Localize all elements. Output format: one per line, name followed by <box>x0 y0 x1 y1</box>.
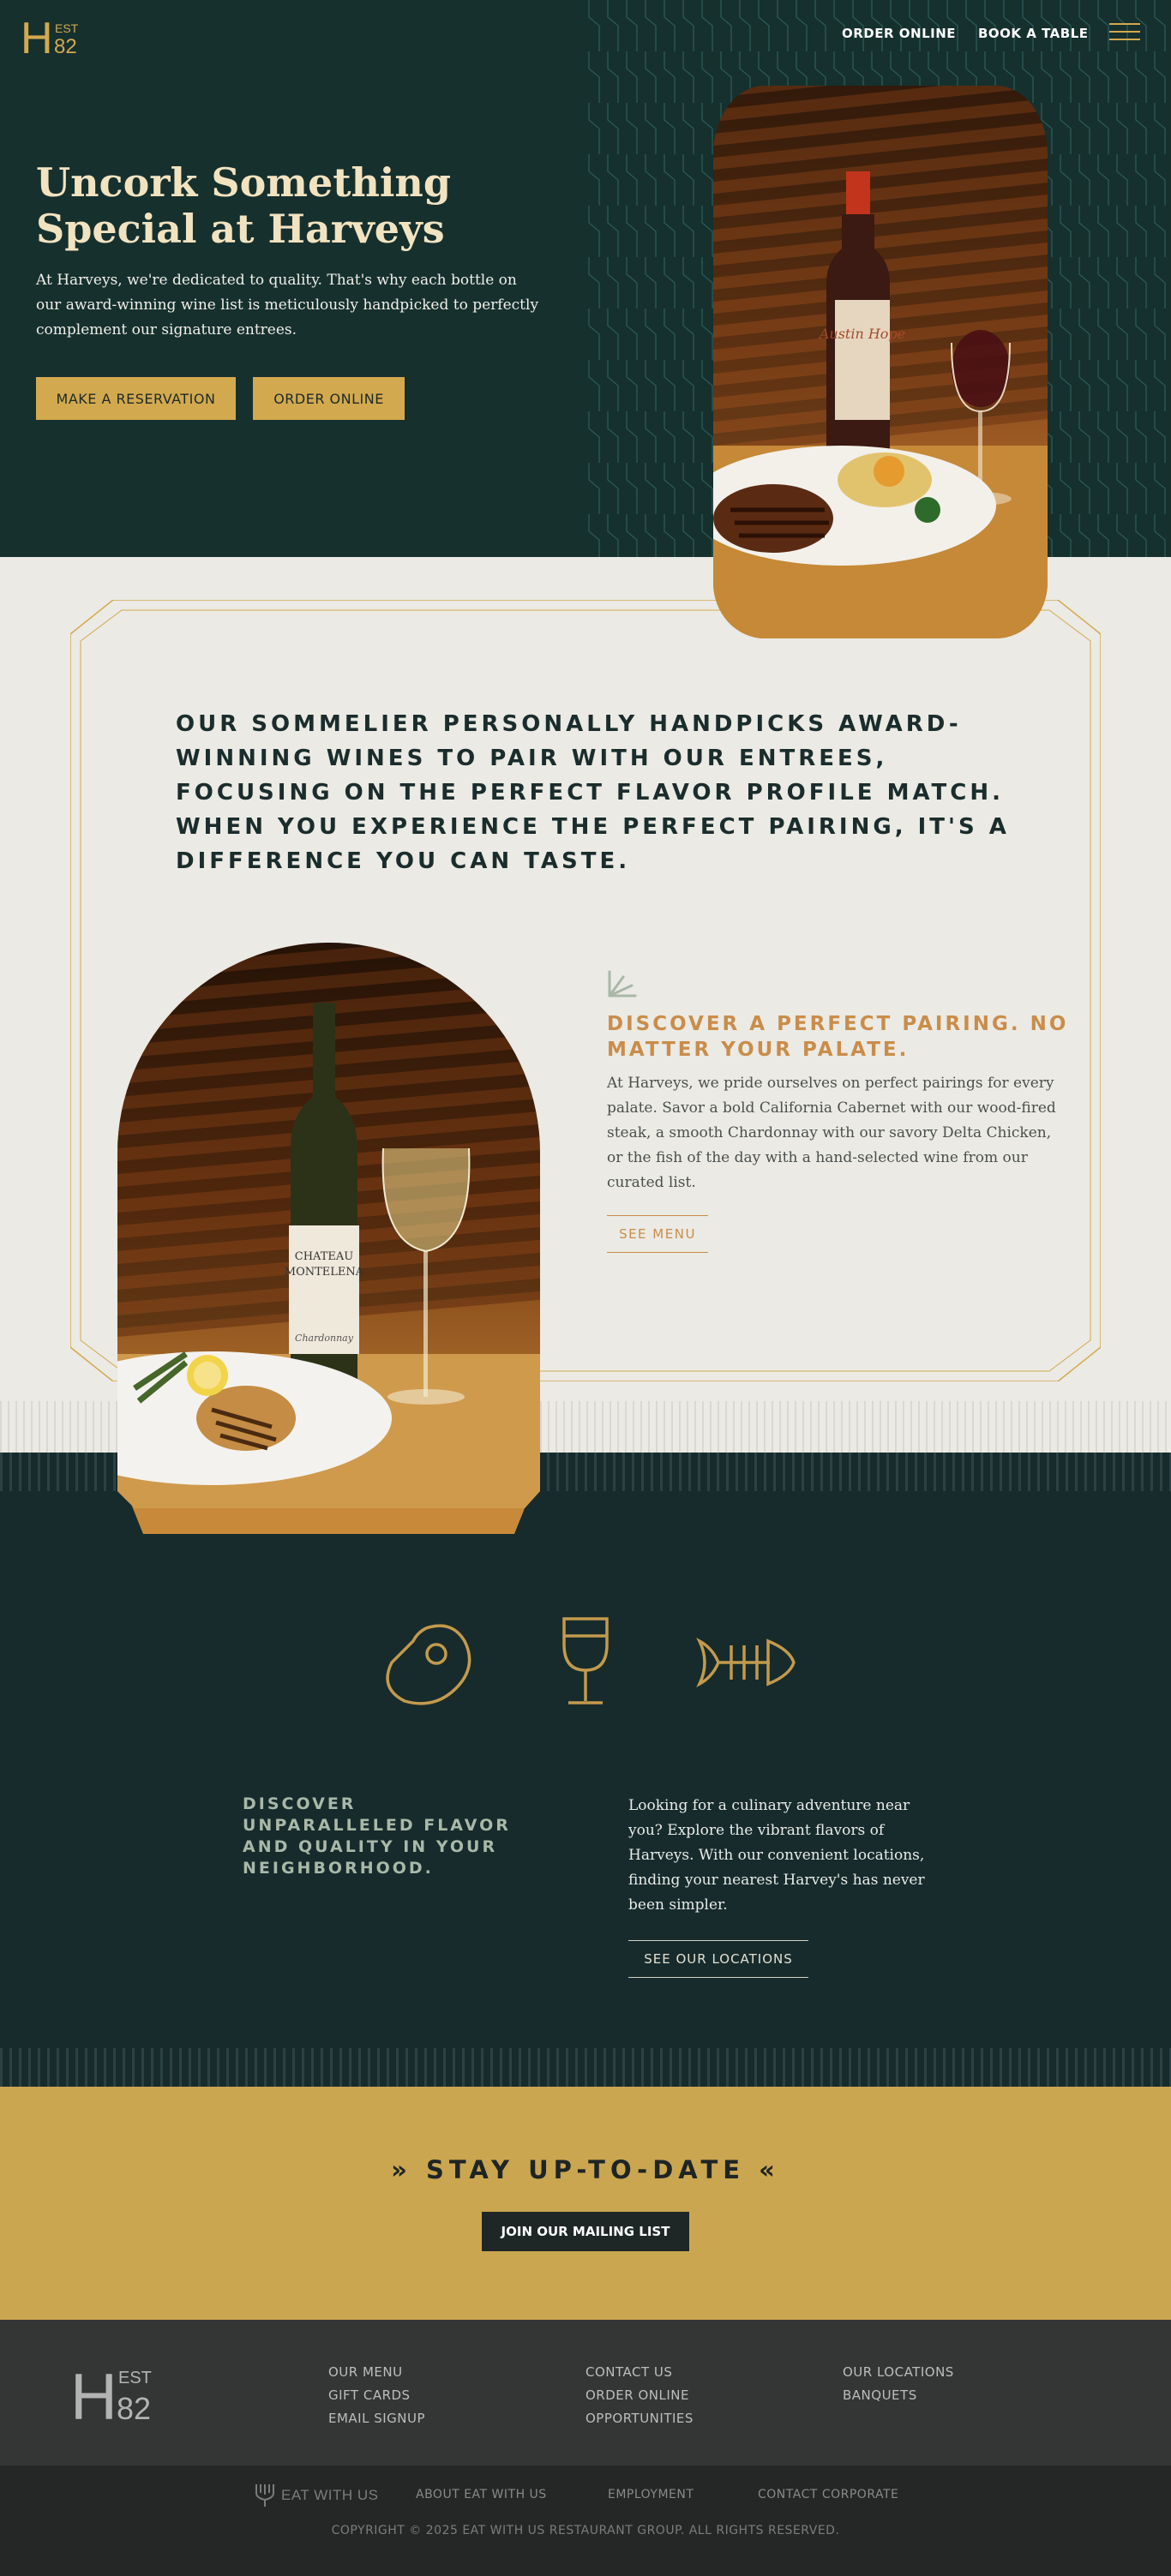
newsletter-section: » STAY UP-TO-DATE « JOIN OUR MAILING LIS… <box>0 2087 1171 2320</box>
top-navigation: H EST 82 ORDER ONLINE BOOK A TABLE <box>0 0 1171 69</box>
footer-column-2: CONTACT US ORDER ONLINE OPPORTUNITIES <box>586 2361 694 2430</box>
svg-text:82: 82 <box>117 2391 151 2423</box>
svg-text:H: H <box>70 2361 117 2423</box>
stay-up-to-date-heading: » STAY UP-TO-DATE « <box>0 2155 1171 2184</box>
harveys-logo[interactable]: H EST 82 <box>21 14 81 57</box>
contact-corporate-link[interactable]: CONTACT CORPORATE <box>758 2488 898 2501</box>
hero-description: At Harveys, we're dedicated to quality. … <box>36 272 539 338</box>
footer-column-3: OUR LOCATIONS BANQUETS <box>843 2361 954 2407</box>
about-eat-with-us-link[interactable]: ABOUT EAT WITH US <box>416 2488 547 2501</box>
footer-link-order-online[interactable]: ORDER ONLINE <box>586 2384 694 2407</box>
newsletter-title: STAY UP-TO-DATE <box>425 2155 746 2184</box>
employment-link[interactable]: EMPLOYMENT <box>608 2488 694 2501</box>
footer-link-opportunities[interactable]: OPPORTUNITIES <box>586 2407 694 2430</box>
copyright-text: COPYRIGHT © 2025 EAT WITH US RESTAURANT … <box>331 2524 840 2537</box>
make-reservation-button[interactable]: MAKE A RESERVATION <box>36 377 236 420</box>
svg-text:MONTELENA: MONTELENA <box>285 1266 364 1279</box>
hero-title-line-2: Special at Harveys <box>36 206 445 252</box>
see-locations-button[interactable]: SEE OUR LOCATIONS <box>628 1940 808 1978</box>
footer-link-email-signup[interactable]: EMAIL SIGNUP <box>328 2407 425 2430</box>
footer-harveys-logo[interactable]: H EST 82 <box>70 2361 160 2423</box>
footer: H EST 82 OUR MENU GIFT CARDS EMAIL SIGNU… <box>0 2320 1171 2465</box>
hero-title: Uncork Something Special at Harveys <box>36 159 516 252</box>
svg-text:CHATEAU: CHATEAU <box>295 1250 354 1263</box>
locations-section: DISCOVER UNPARALLELED FLAVOR AND QUALITY… <box>0 1453 1171 2087</box>
svg-text:H: H <box>21 14 53 57</box>
wine-glass-icon <box>562 1617 609 1704</box>
discover-title: DISCOVER UNPARALLELED FLAVOR AND QUALITY… <box>243 1794 511 1878</box>
svg-text:EST: EST <box>55 21 79 35</box>
eat-with-us-logo[interactable]: EAT WITH US <box>254 2483 379 2508</box>
footer-link-banquets[interactable]: BANQUETS <box>843 2384 954 2407</box>
chardonnay-and-chicken-photo: CHATEAU MONTELENA Chardonnay <box>117 943 540 1534</box>
nav-book-table[interactable]: BOOK A TABLE <box>978 26 1089 41</box>
svg-text:Chardonnay: Chardonnay <box>295 1333 354 1344</box>
footer-link-our-locations[interactable]: OUR LOCATIONS <box>843 2361 954 2384</box>
wine-and-steak-photo: Austin Hope <box>713 86 1048 638</box>
sommelier-quote: OUR SOMMELIER PERSONALLY HANDPICKS AWARD… <box>176 711 1010 874</box>
hero-title-line-1: Uncork Something <box>36 159 451 206</box>
left-quote-mark: » <box>391 2155 412 2184</box>
pairing-description: At Harveys, we pride ourselves on perfec… <box>607 1075 1056 1191</box>
hamburger-menu-icon[interactable] <box>1109 23 1140 44</box>
steak-icon <box>386 1624 471 1705</box>
footer-link-our-menu[interactable]: OUR MENU <box>328 2361 425 2384</box>
stripe-divider-bottom <box>0 2048 1171 2087</box>
fork-crest-icon <box>255 2484 274 2507</box>
svg-text:Austin Hope: Austin Hope <box>818 326 905 342</box>
sub-footer: EAT WITH US ABOUT EAT WITH US EMPLOYMENT… <box>0 2465 1171 2576</box>
sommelier-section: OUR SOMMELIER PERSONALLY HANDPICKS AWARD… <box>0 557 1171 1534</box>
svg-text:EST: EST <box>118 2369 152 2387</box>
right-quote-mark: « <box>759 2155 780 2184</box>
eat-with-us-wordmark: EAT WITH US <box>281 2487 379 2503</box>
order-online-button[interactable]: ORDER ONLINE <box>253 377 405 420</box>
sunburst-icon <box>608 970 637 997</box>
svg-text:82: 82 <box>54 35 77 57</box>
discover-description: Looking for a culinary adventure near yo… <box>628 1797 925 1914</box>
footer-link-gift-cards[interactable]: GIFT CARDS <box>328 2384 425 2407</box>
footer-column-1: OUR MENU GIFT CARDS EMAIL SIGNUP <box>328 2361 425 2430</box>
pairing-title: DISCOVER A PERFECT PAIRING. NO MATTER YO… <box>607 1013 1069 1061</box>
fish-icon <box>696 1637 796 1688</box>
join-mailing-list-button[interactable]: JOIN OUR MAILING LIST <box>482 2212 689 2251</box>
see-menu-button[interactable]: SEE MENU <box>607 1215 708 1253</box>
footer-link-contact-us[interactable]: CONTACT US <box>586 2361 694 2384</box>
nav-order-online[interactable]: ORDER ONLINE <box>842 26 956 41</box>
